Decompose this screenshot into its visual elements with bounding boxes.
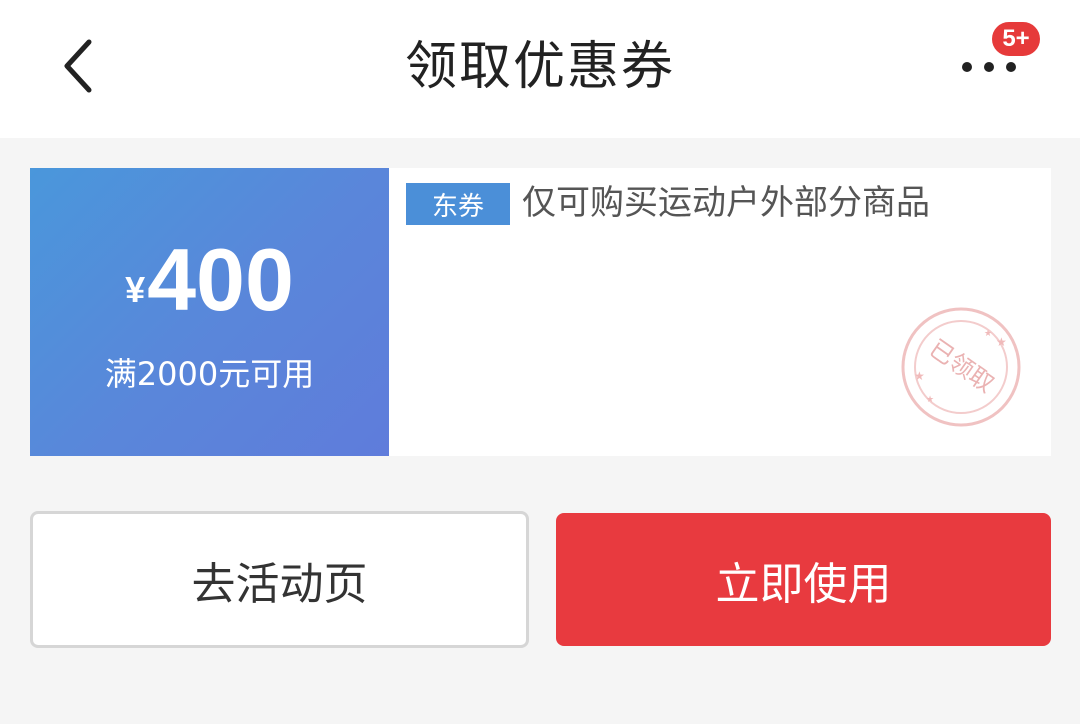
header-bar: 领取优惠券 5+ xyxy=(0,0,1080,138)
stamp-star: ★ xyxy=(984,329,992,339)
coupon-card: ¥400 满2000元可用 东券 仅可购买运动户外部分商品 ★ ★ ★ ★ 已领… xyxy=(25,168,1051,456)
claimed-stamp-icon: ★ ★ ★ ★ 已领取 xyxy=(901,307,1021,427)
more-dot xyxy=(984,62,994,72)
coupon-amount: ¥400 xyxy=(30,230,389,330)
page-title: 领取优惠券 xyxy=(404,37,675,97)
stamp-text: 已领取 xyxy=(924,334,999,398)
stamp-star: ★ xyxy=(996,335,1007,349)
use-now-button[interactable]: 立即使用 xyxy=(556,513,1051,646)
currency-symbol: ¥ xyxy=(125,269,146,310)
more-dot xyxy=(1006,62,1016,72)
stamp-star: ★ xyxy=(926,395,934,405)
notification-badge: 5+ xyxy=(990,20,1042,58)
coupon-amount-value: 400 xyxy=(147,230,294,329)
more-dots-icon xyxy=(962,62,972,72)
coupon-description: 仅可购买运动户外部分商品 xyxy=(522,183,930,223)
go-activity-page-button[interactable]: 去活动页 xyxy=(30,511,529,648)
coupon-value-panel: ¥400 满2000元可用 xyxy=(25,168,389,456)
stamp-star: ★ xyxy=(914,369,925,383)
coupon-condition: 满2000元可用 xyxy=(104,355,315,393)
coupon-type-tag: 东券 xyxy=(406,183,510,225)
